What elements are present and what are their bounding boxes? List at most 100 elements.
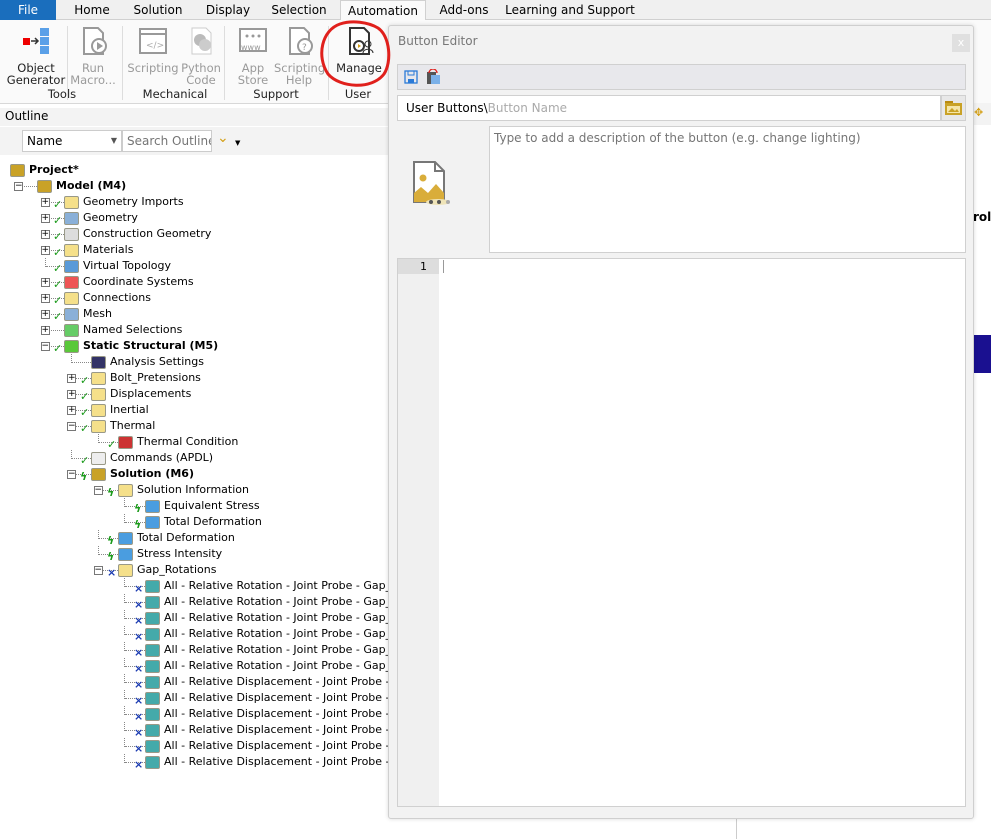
- expand-toggle[interactable]: +: [40, 310, 50, 319]
- code-editor[interactable]: 1: [397, 258, 966, 807]
- collapse-toggle[interactable]: −: [67, 422, 76, 431]
- close-button[interactable]: x: [952, 34, 970, 52]
- tree-item[interactable]: × All - Relative Rotation - Joint Probe -…: [0, 658, 415, 675]
- result-icon: [145, 516, 160, 529]
- collapse-toggle[interactable]: −: [67, 470, 76, 479]
- tree-item[interactable]: × All - Relative Displacement - Joint Pro…: [0, 706, 421, 723]
- dropdown-arrow-icon[interactable]: ▼: [235, 139, 240, 147]
- expand-toggle[interactable]: +: [67, 406, 76, 415]
- tree-item[interactable]: Project*: [0, 162, 390, 178]
- expand-toggle[interactable]: +: [67, 374, 76, 383]
- tree-item[interactable]: + ✓ Geometry: [0, 210, 390, 227]
- tree-item[interactable]: + ✓ Inertial: [0, 402, 390, 419]
- tab-add-ons[interactable]: Add-ons: [428, 0, 500, 20]
- tree-connector: [124, 754, 125, 763]
- tree-item[interactable]: × All - Relative Rotation - Joint Probe -…: [0, 578, 415, 595]
- line-number: 1: [398, 259, 439, 274]
- tree-item[interactable]: × All - Relative Displacement - Joint Pro…: [0, 722, 421, 739]
- tree-item-label: All - Relative Rotation - Joint Probe - …: [164, 611, 416, 624]
- tab-learning-and-support[interactable]: Learning and Support: [500, 0, 640, 20]
- expand-toggle[interactable]: +: [40, 246, 50, 255]
- scripting-button[interactable]: </> Scripting: [127, 26, 179, 74]
- expand-toggle[interactable]: +: [67, 390, 76, 399]
- tree-item[interactable]: + ✓ Geometry Imports: [0, 194, 390, 211]
- tree-item[interactable]: ✓ Virtual Topology: [0, 258, 390, 275]
- tab-solution[interactable]: Solution: [124, 0, 192, 20]
- tree-item[interactable]: × All - Relative Displacement - Joint Pro…: [0, 690, 421, 707]
- tree-item[interactable]: × All - Relative Displacement - Joint Pro…: [0, 754, 421, 771]
- collapse-toggle[interactable]: −: [93, 486, 103, 495]
- browse-folder-button[interactable]: [941, 95, 966, 121]
- tree-item[interactable]: × All - Relative Rotation - Joint Probe -…: [0, 610, 415, 627]
- button-label: Store: [237, 73, 269, 87]
- tree-item-label: Analysis Settings: [110, 355, 204, 368]
- expand-toggle[interactable]: +: [40, 198, 50, 207]
- tree-item[interactable]: + ✓ Materials: [0, 242, 390, 259]
- outline-filter-bar: Name ▼ ⌄ ▼: [0, 127, 390, 155]
- tree-item[interactable]: ✓ Thermal Condition: [0, 434, 390, 451]
- expand-toggle[interactable]: +: [40, 326, 50, 335]
- tree-connector: [97, 546, 99, 555]
- run-macro-button[interactable]: Run Macro...: [68, 26, 118, 86]
- tree-item[interactable]: × All - Relative Displacement - Joint Pro…: [0, 738, 421, 755]
- tree-item[interactable]: ϟ Total Deformation: [0, 530, 390, 547]
- status-x-icon: ×: [134, 758, 144, 771]
- tab-selection[interactable]: Selection: [265, 0, 333, 20]
- tree-item[interactable]: + ✓ Bolt_Pretensions: [0, 370, 390, 387]
- tree-item[interactable]: − ϟ Solution (M6): [0, 466, 390, 483]
- tree-connector: [124, 594, 125, 603]
- divider: [67, 26, 68, 100]
- tree-item[interactable]: ϟ Equivalent Stress: [0, 498, 390, 515]
- tab-file[interactable]: File: [0, 0, 56, 20]
- expand-toggle[interactable]: +: [40, 278, 50, 287]
- tree-item[interactable]: − × Gap_Rotations: [0, 562, 390, 579]
- expand-chevron-icon[interactable]: ⌄: [217, 130, 229, 146]
- probe-icon: [145, 660, 160, 673]
- tree-item[interactable]: + Named Selections: [0, 322, 390, 338]
- tree-item[interactable]: + ✓ Mesh: [0, 306, 390, 323]
- filter-name-dropdown[interactable]: Name ▼: [22, 130, 122, 152]
- outline-header: Outline: [0, 108, 390, 126]
- tree-item[interactable]: Analysis Settings: [0, 354, 390, 370]
- expand-toggle[interactable]: +: [40, 214, 50, 223]
- collapse-toggle[interactable]: −: [40, 342, 50, 351]
- tree-item[interactable]: × All - Relative Rotation - Joint Probe -…: [0, 594, 415, 611]
- collapse-toggle[interactable]: −: [14, 182, 23, 191]
- tree-item[interactable]: × All - Relative Rotation - Joint Probe -…: [0, 642, 415, 659]
- tree-item[interactable]: + ✓ Displacements: [0, 386, 390, 403]
- tree-connector: [124, 610, 125, 619]
- button-name-field[interactable]: User Buttons\Button Name: [397, 95, 941, 121]
- search-outline-input[interactable]: [122, 130, 212, 152]
- tree-item[interactable]: ϟ Total Deformation: [0, 514, 390, 531]
- tree-item[interactable]: − ✓ Thermal: [0, 418, 390, 435]
- tree-item-label: All - Relative Rotation - Joint Probe - …: [164, 659, 416, 672]
- tree-item[interactable]: + ✓ Coordinate Systems: [0, 274, 390, 291]
- tab-display[interactable]: Display: [196, 0, 260, 20]
- tree-item[interactable]: − ϟ Solution Information: [0, 482, 390, 499]
- tree-item[interactable]: − Model (M4): [0, 178, 390, 194]
- tree-item-label: All - Relative Displacement - Joint Prob…: [164, 707, 421, 720]
- tree-item[interactable]: + ✓ Construction Geometry: [0, 226, 390, 243]
- divider: [224, 26, 225, 100]
- save-icon[interactable]: [404, 70, 418, 84]
- tree-item-label: All - Relative Displacement - Joint Prob…: [164, 723, 421, 736]
- expand-toggle[interactable]: +: [40, 294, 50, 303]
- result-icon: [118, 548, 133, 561]
- folder-icon: [91, 404, 106, 417]
- collapse-toggle[interactable]: −: [93, 566, 103, 575]
- save-as-icon[interactable]: [426, 69, 441, 85]
- tree-item[interactable]: × All - Relative Rotation - Joint Probe -…: [0, 626, 415, 643]
- tree-item[interactable]: − ✓ Static Structural (M5): [0, 338, 390, 355]
- expand-toggle[interactable]: +: [40, 230, 50, 239]
- description-textarea[interactable]: [489, 126, 966, 253]
- python-code-button[interactable]: Python Code: [180, 26, 222, 86]
- tree-item[interactable]: + ✓ Connections: [0, 290, 390, 307]
- probe-icon: [145, 756, 160, 769]
- button-image-placeholder-icon[interactable]: [411, 161, 453, 207]
- tree-item[interactable]: ✓ Commands (APDL): [0, 450, 390, 467]
- tree-item[interactable]: × All - Relative Displacement - Joint Pro…: [0, 674, 421, 691]
- app-store-button[interactable]: www App Store: [230, 26, 276, 86]
- object-generator-button[interactable]: Object Generator: [6, 26, 66, 86]
- tab-home[interactable]: Home: [66, 0, 118, 20]
- tree-item[interactable]: ϟ Stress Intensity: [0, 546, 390, 563]
